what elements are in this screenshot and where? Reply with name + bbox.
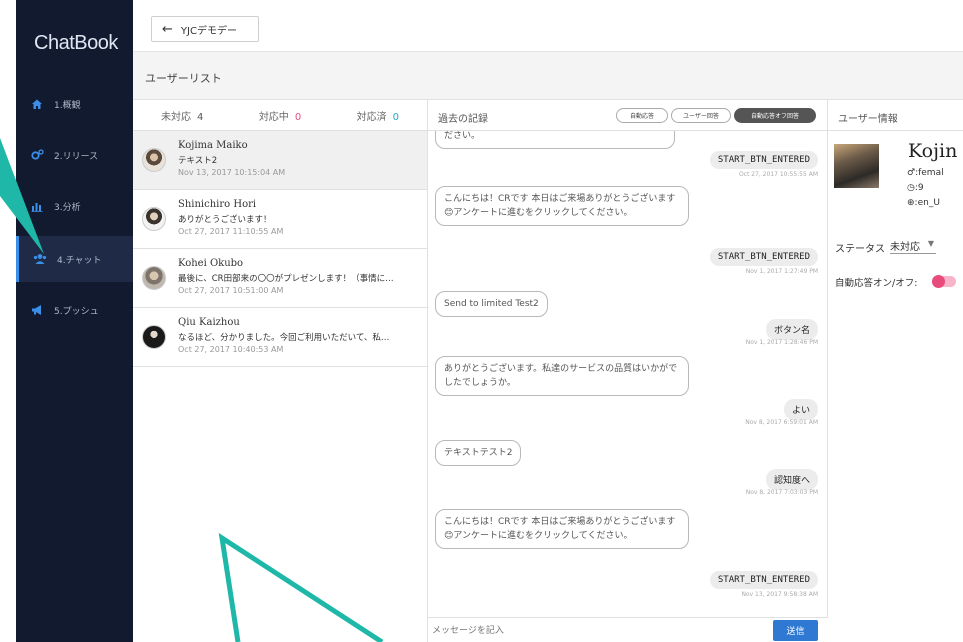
back-button-label: YJCデモデー [180, 25, 237, 37]
bot-message: ありがとうございます。私達のサービスの品質はいかがでしたでしょうか。 [435, 356, 689, 396]
tab-count: 4 [197, 111, 204, 123]
bot-message: ださい。 [435, 131, 675, 149]
sidebar-item-chat[interactable]: 4.チャット [16, 236, 133, 282]
chat-panel: 過去の記録 自動応答 ユーザー回答 自動応答オフ回答 ださい。 START_BT… [428, 100, 828, 642]
auto-reply-label: 自動応答オン/オフ: [835, 278, 918, 289]
message-timestamp: Nov 13, 2017 9:58:38 AM [741, 591, 818, 598]
user-info-locale: ⊕:en_U [907, 198, 940, 208]
tab-label: 対応済 [356, 111, 387, 123]
tab-done[interactable]: 対応済 0 [357, 108, 399, 123]
sidebar-item-push[interactable]: 5.プッシュ [16, 286, 133, 334]
user-last-message: テキスト2 [178, 156, 218, 166]
user-last-message: 最後に、CR田部来の〇〇がプレゼンします！（事情に… [178, 274, 394, 284]
top-bar: ← YJCデモデー [133, 0, 963, 52]
users-icon [33, 252, 47, 266]
user-info-panel: ユーザー情報 Kojin ♂:femal ◷:9 ⊕:en_U ステータス 未対… [828, 100, 963, 642]
user-photo [834, 144, 879, 188]
avatar [142, 266, 166, 290]
message-input[interactable] [432, 622, 752, 639]
filter-chip-auto-reply[interactable]: 自動応答 [616, 108, 668, 123]
user-message: START_BTN_ENTERED [709, 151, 818, 169]
sidebar-item-overview[interactable]: 1.概観 [16, 80, 133, 128]
tab-unhandled[interactable]: 未対応 4 [161, 108, 203, 123]
user-name: Kojima Maiko [178, 140, 248, 151]
sidebar-item-label: 1.概観 [54, 100, 81, 111]
status-select[interactable]: 未対応 ▼ [890, 238, 936, 254]
arrow-left-icon: ← [162, 21, 173, 37]
user-info-age: ◷:9 [907, 183, 924, 193]
app-window: ChatBook 1.概観 2.リリース 3.分析 4.チャット 5.プッシュ … [0, 0, 963, 642]
message-timestamp: Nov 1, 2017 1:28:46 PM [745, 339, 818, 346]
auto-reply-toggle[interactable] [932, 275, 956, 288]
user-name: Shinichiro Hori [178, 199, 257, 210]
sidebar-item-label: 4.チャット [57, 255, 102, 266]
bot-message: テキストテスト2 [435, 440, 522, 466]
user-list-item[interactable]: Qiu Kaizhou なるほど、分かりました。今回ご利用いただいて、私… Oc… [133, 308, 427, 367]
status-tabs: 未対応 4 対応中 0 対応済 0 [133, 100, 427, 131]
avatar [142, 325, 166, 349]
tab-count: 0 [392, 111, 399, 123]
sidebar-item-analytics[interactable]: 3.分析 [16, 182, 133, 230]
chevron-down-icon: ▼ [927, 239, 934, 248]
chat-header: 過去の記録 自動応答 ユーザー回答 自動応答オフ回答 [428, 100, 827, 131]
sidebar: ChatBook 1.概観 2.リリース 3.分析 4.チャット 5.プッシュ [16, 0, 133, 642]
user-message: ボタン名 [765, 319, 818, 340]
bot-message: こんにちは！CRです 本日はご来場ありがとうございます😊アンケートに進むをクリッ… [435, 509, 689, 549]
toggle-knob [932, 275, 945, 288]
user-timestamp: Oct 27, 2017 10:51:00 AM [178, 286, 284, 295]
tab-in-progress[interactable]: 対応中 0 [259, 108, 301, 123]
user-message: START_BTN_ENTERED [709, 248, 818, 266]
sidebar-item-label: 5.プッシュ [54, 306, 99, 317]
tab-label: 対応中 [258, 111, 289, 123]
user-info-name: Kojin [908, 140, 958, 162]
user-message: よい [783, 399, 818, 420]
home-icon [30, 97, 44, 111]
sidebar-item-label: 2.リリース [54, 151, 99, 162]
send-button[interactable]: 送信 [773, 620, 818, 641]
user-list-item[interactable]: Kohei Okubo 最後に、CR田部来の〇〇がプレゼンします！（事情に… O… [133, 249, 427, 308]
avatar [142, 148, 166, 172]
sidebar-item-release[interactable]: 2.リリース [16, 131, 133, 179]
chat-messages: ださい。 START_BTN_ENTERED Oct 27, 2017 10:5… [428, 131, 828, 617]
chat-input-bar: 送信 [428, 617, 828, 642]
user-timestamp: Nov 13, 2017 10:15:04 AM [178, 168, 286, 177]
message-timestamp: Oct 27, 2017 10:55:55 AM [738, 171, 818, 178]
bot-message: Send to limited Test2 [435, 291, 548, 317]
user-info-title: ユーザー情報 [828, 100, 963, 131]
sidebar-item-label: 3.分析 [54, 202, 81, 213]
filter-chip-user-reply[interactable]: ユーザー回答 [671, 108, 731, 123]
megaphone-icon [30, 303, 44, 317]
page-title-bar: ユーザーリスト [133, 52, 963, 100]
bot-message: こんにちは！CRです 本日はご来場ありがとうございます😊アンケートに進むをクリッ… [435, 186, 689, 226]
message-timestamp: Nov 8, 2017 6:59:01 AM [745, 419, 818, 426]
user-list-item[interactable]: Shinichiro Hori ありがとうございます！ Oct 27, 2017… [133, 190, 427, 249]
brand-logo: ChatBook [34, 32, 118, 54]
user-list-panel: 未対応 4 対応中 0 対応済 0 Kojima Maiko テキスト2 Nov 13… [133, 100, 428, 642]
chat-title: 過去の記録 [438, 114, 488, 125]
user-last-message: ありがとうございます！ [178, 215, 272, 225]
status-select-value: 未対応 [890, 242, 920, 253]
tab-label: 未対応 [161, 111, 191, 123]
user-last-message: なるほど、分かりました。今回ご利用いただいて、私… [178, 333, 390, 343]
user-message: START_BTN_ENTERED [709, 571, 818, 589]
bar-chart-icon [30, 199, 44, 213]
status-label: ステータス [835, 244, 885, 255]
gears-icon [30, 148, 44, 162]
user-name: Qiu Kaizhou [178, 317, 240, 328]
user-name: Kohei Okubo [178, 258, 244, 269]
avatar [142, 207, 166, 231]
user-timestamp: Oct 27, 2017 11:10:55 AM [178, 227, 284, 236]
user-timestamp: Oct 27, 2017 10:40:53 AM [178, 345, 284, 354]
filter-chip-auto-off-reply[interactable]: 自動応答オフ回答 [734, 108, 816, 123]
back-button[interactable]: ← YJCデモデー [151, 16, 259, 42]
message-timestamp: Nov 1, 2017 1:27:49 PM [745, 268, 818, 275]
page-title: ユーザーリスト [145, 72, 222, 85]
tab-count: 0 [294, 111, 302, 123]
message-timestamp: Nov 8, 2017 7:03:03 PM [745, 489, 818, 496]
user-info-gender: ♂:femal [907, 168, 944, 178]
user-message: 認知度へ [765, 469, 818, 490]
user-list-item[interactable]: Kojima Maiko テキスト2 Nov 13, 2017 10:15:04… [133, 131, 427, 190]
